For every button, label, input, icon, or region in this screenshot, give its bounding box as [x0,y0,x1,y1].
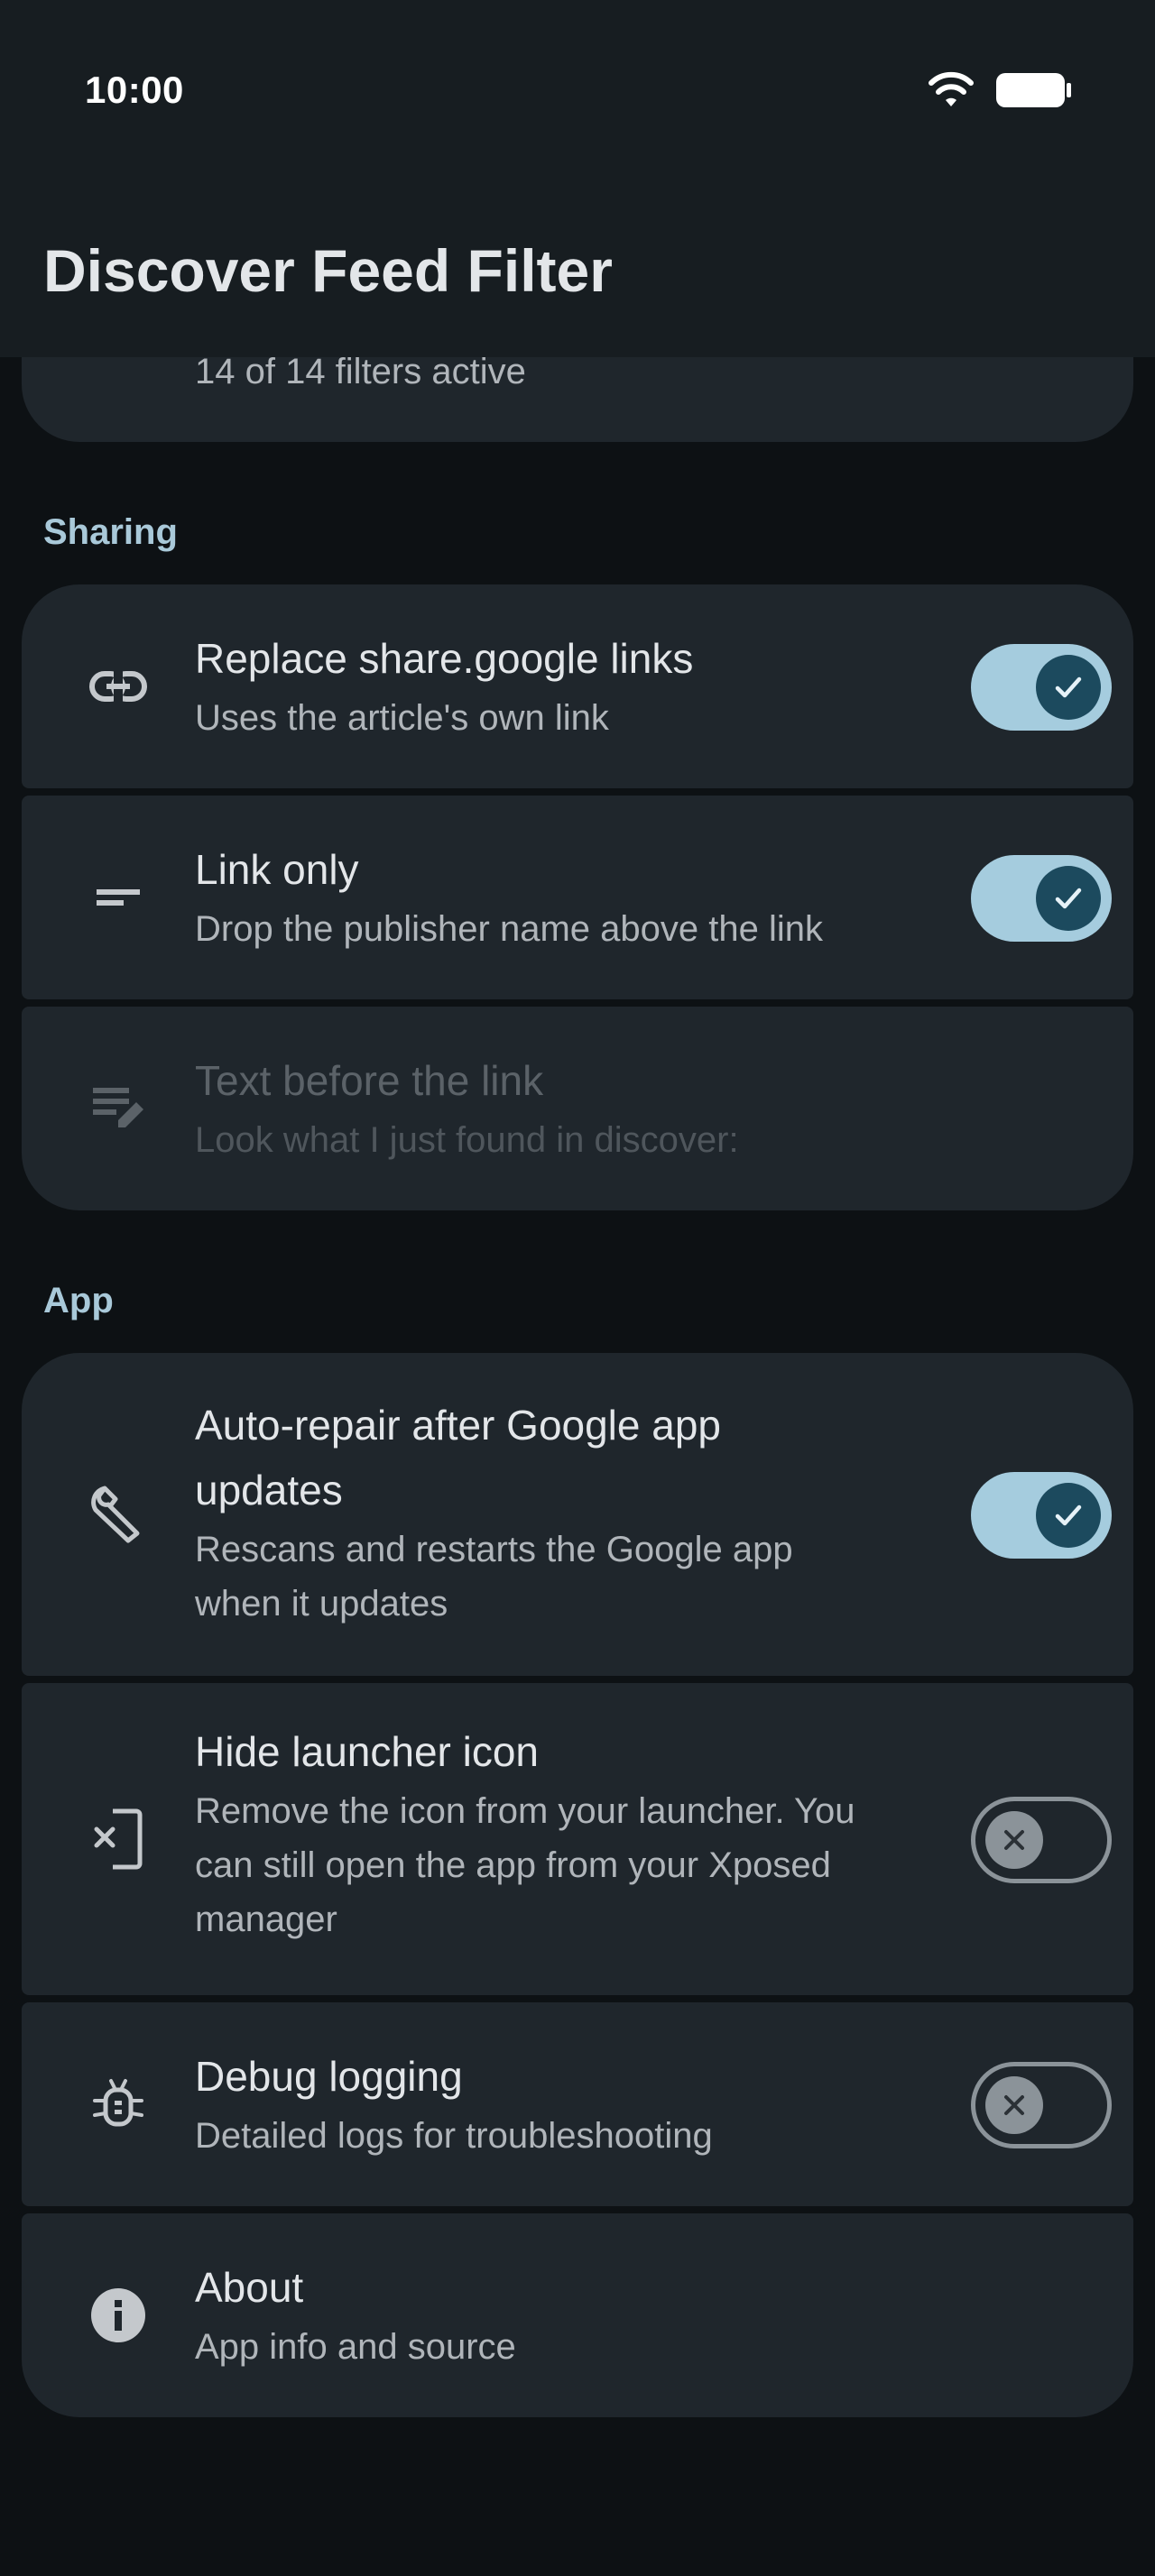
close-icon [985,1811,1043,1869]
info-icon [69,2266,168,2365]
app-blocked-icon [69,1789,168,1889]
setting-subtitle: App info and source [195,2327,516,2367]
check-icon [1036,655,1101,720]
setting-title: Debug logging [195,2053,463,2100]
setting-subtitle-line2: can still open the app from your Xposed [195,1845,831,1885]
status-bar: 10:00 [0,0,1155,180]
replace-links-toggle[interactable] [971,644,1112,731]
wifi-icon [929,71,974,106]
link-only-toggle[interactable] [971,855,1112,942]
setting-subtitle: Uses the article's own link [195,698,609,738]
status-time: 10:00 [85,69,184,111]
link-icon [69,637,168,736]
wrench-icon [69,1465,168,1564]
setting-hide-launcher-icon[interactable]: Hide launcher icon Remove the icon from … [22,1683,1133,1995]
setting-debug-logging[interactable]: Debug logging Detailed logs for troubles… [22,2002,1133,2206]
setting-replace-share-links[interactable]: Replace share.google links Uses the arti… [22,584,1133,788]
short-text-icon [69,848,168,947]
setting-text-before-link[interactable]: Text before the link Look what I just fo… [22,1007,1133,1210]
setting-title: Replace share.google links [195,635,694,682]
check-icon [1036,1483,1101,1548]
setting-link-only[interactable]: Link only Drop the publisher name above … [22,796,1133,999]
edit-note-icon [69,1059,168,1158]
debug-logging-toggle[interactable] [971,2062,1112,2148]
setting-title: Text before the link [195,1057,544,1104]
check-icon [1036,866,1101,931]
battery-icon [996,73,1071,107]
setting-title: About [195,2264,304,2311]
setting-subtitle-line2: when it updates [195,1584,448,1624]
hide-launcher-toggle[interactable] [971,1797,1112,1883]
close-icon [985,2076,1043,2134]
setting-subtitle-line1: Remove the icon from your launcher. You [195,1791,855,1831]
auto-repair-toggle[interactable] [971,1472,1112,1559]
setting-title: Link only [195,846,359,893]
bug-icon [69,2055,168,2154]
app-bar: Discover Feed Filter [0,180,1155,357]
setting-subtitle-line3: manager [195,1900,337,1939]
setting-subtitle: Look what I just found in discover: [195,1120,739,1160]
status-icons [928,70,1072,110]
page-title: Discover Feed Filter [43,237,613,304]
setting-about[interactable]: About App info and source [22,2213,1133,2417]
setting-title: Hide launcher icon [195,1728,540,1775]
setting-subtitle: Drop the publisher name above the link [195,909,823,949]
section-header-sharing: Sharing [43,512,178,552]
setting-subtitle-line1: Rescans and restarts the Google app [195,1530,793,1569]
setting-auto-repair[interactable]: Auto-repair after Google app updates Res… [22,1353,1133,1676]
setting-title-line2: updates [195,1467,343,1513]
setting-title-line1: Auto-repair after Google app [195,1402,722,1449]
section-header-app: App [43,1281,114,1320]
setting-subtitle: Detailed logs for troubleshooting [195,2116,713,2156]
